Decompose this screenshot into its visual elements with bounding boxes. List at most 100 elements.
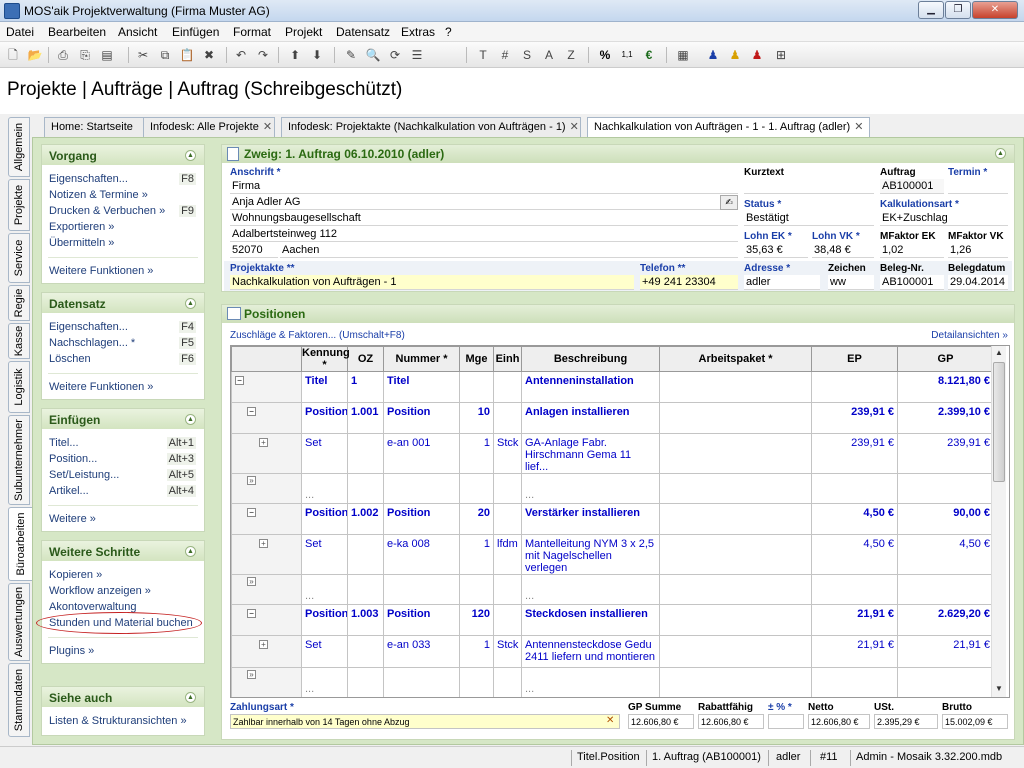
cell-kennung[interactable]: Position [301,402,348,434]
collapse-icon[interactable]: ▲ [185,692,196,703]
move-down-icon[interactable]: ⬇ [308,46,326,64]
cell-nummer[interactable]: Position [383,604,460,636]
anschrift-line-3[interactable]: Wohnungsbaugesellschaft [230,211,738,226]
collapse-node-icon[interactable]: − [247,609,256,618]
collapse-node-icon[interactable]: + [259,640,268,649]
plz-field[interactable]: 52070 [230,243,278,258]
cell-kennung[interactable]: ... [301,667,348,697]
panel-header[interactable]: Einfügen ▲ [42,409,204,429]
column-header-gp[interactable]: GP [897,346,994,372]
cell-kennung[interactable]: Set [301,534,348,575]
cell-einh[interactable] [493,667,522,697]
column-header-ep[interactable]: EP [811,346,898,372]
menu-projekt[interactable]: Projekt [285,25,322,39]
menu-bearbeiten[interactable]: Bearbeiten [48,25,106,39]
cell-ap[interactable] [659,402,812,434]
cell-einh[interactable]: lfdm [493,534,522,575]
column-header-arbeitspaket[interactable]: Arbeitspaket * [659,346,812,372]
cell-ep[interactable]: 4,50 € [811,534,898,575]
collapse-icon[interactable]: ▲ [995,148,1006,159]
column-header-oz[interactable]: OZ [347,346,384,372]
clear-icon[interactable]: ✕ [606,715,614,726]
table-row[interactable]: − Position 1.001 Position 10 Anlagen installi… [231,402,994,434]
table-row[interactable]: + Set e-ka 008 1 lfdm Mantelleitung NYM 3 x 2… [231,534,994,575]
cell-beschr[interactable]: Antennenrohrinstallieren [522,698,660,699]
tab-nachkalkulation[interactable]: Nachkalkulation von Aufträgen - 1 - 1. A… [587,117,870,138]
print-preview-icon[interactable]: ⎘ [76,46,94,64]
cell-kennung[interactable]: ... [301,574,348,605]
cell-gp[interactable]: 3.003,50 € [898,698,994,699]
cell-ap[interactable] [660,698,812,699]
cell-einh[interactable] [493,604,522,636]
kurztext-field[interactable] [744,179,874,194]
list-icon[interactable]: ☰ [408,46,426,64]
lohn-ek-field[interactable]: 35,63 € [744,243,808,258]
expand-icon[interactable]: » [247,476,256,485]
table-row[interactable]: »...... [231,574,994,605]
copy-icon[interactable]: ⧉ [156,46,174,64]
cell-mge[interactable] [459,371,494,403]
menu-datensatz[interactable]: Datensatz [336,25,390,39]
cell-mge[interactable]: 50 [460,698,494,699]
table-row[interactable]: »...... [231,667,994,697]
cell-beschr[interactable]: Antenneninstallation [521,371,660,403]
find-icon[interactable]: 🔍 [364,46,382,64]
cell-einh[interactable]: Stck [493,433,522,474]
action-loeschen[interactable]: Löschen [49,353,91,365]
scroll-down-icon[interactable]: ▼ [993,682,1005,696]
cell-ap[interactable] [659,604,812,636]
cell-oz[interactable]: 1 [347,371,384,403]
cell-ap[interactable] [659,473,812,504]
cut-icon[interactable]: ✂ [134,46,152,64]
menu-einfuegen[interactable]: Einfügen [172,25,219,39]
cell-nummer[interactable]: e-ka 008 [383,534,460,575]
kalkulationsart-field[interactable]: EK+Zuschlag [880,211,1008,226]
cell-ep[interactable] [811,371,898,403]
cell-kennung[interactable]: Position [301,604,348,636]
collapse-icon[interactable]: ▲ [185,150,196,161]
document-icon[interactable]: ▤ [98,46,116,64]
cell-ap[interactable] [659,635,812,668]
number-icon[interactable]: # [496,46,514,64]
calculator-icon[interactable]: ▦ [674,46,692,64]
cell-kennung[interactable]: Position [302,698,348,699]
cell-oz[interactable] [347,473,384,504]
cell-ap[interactable] [659,433,812,474]
cell-mge[interactable]: 10 [459,402,494,434]
expand-icon[interactable]: » [247,577,256,586]
zeichen-field[interactable]: ww [828,275,874,290]
cell-beschr[interactable]: GA-Anlage Fabr. Hirschmann Gema 11 lief..… [521,433,660,474]
cell-beschr[interactable]: Steckdosen installieren [521,604,660,636]
panel-header[interactable]: Siehe auch ▲ [42,687,204,707]
refresh-icon[interactable]: ⟳ [386,46,404,64]
vertical-scrollbar[interactable]: ▲ ▼ [991,346,1006,697]
table-row[interactable]: −Position1.004Position50Antennenrohrinst… [232,698,994,699]
cell-ep[interactable]: 60,07 € [812,698,898,699]
cell-oz[interactable] [347,667,384,697]
tab-projektakte[interactable]: Infodesk: Projektakte (Nachkalkulation v… [281,117,581,137]
action-artikel[interactable]: Artikel... [49,485,89,497]
telefon-field[interactable]: +49 241 23304 [640,275,738,290]
cell-beschr[interactable]: Mantelleitung NYM 3 x 2,5 mit Nagelschell… [521,534,660,575]
side-tab-projekte[interactable]: Projekte [8,179,30,231]
table-row[interactable]: + Set e-an 001 1 Stck GA-Anlage Fabr. Hirschma… [231,433,994,474]
column-header-mge[interactable]: Mge [459,346,494,372]
collapse-node-icon[interactable]: − [247,407,256,416]
side-tab-subunternehmer[interactable]: Subunternehmer [8,415,30,505]
minimize-button[interactable]: ▁ [918,1,944,19]
side-tab-logistik[interactable]: Logistik [8,361,30,413]
side-tab-stammdaten[interactable]: Stammdaten [8,663,30,737]
cell-gp[interactable]: 2.629,20 € [897,604,994,636]
anschrift-line-4[interactable]: Adalbertsteinweg 112 [230,227,738,242]
cell-gp[interactable] [897,667,994,697]
maximize-button[interactable]: ❐ [945,1,971,19]
cell-mge[interactable] [459,574,494,605]
cell-nummer[interactable]: Position [383,503,460,535]
column-header-beschreibung[interactable]: Beschreibung [521,346,660,372]
column-header-nummer[interactable]: Nummer * [383,346,460,372]
undo-icon[interactable]: ↶ [232,46,250,64]
cell-mge[interactable]: 20 [459,503,494,535]
close-button[interactable]: ✕ [972,1,1018,19]
cell-ep[interactable]: 239,91 € [811,433,898,474]
cell-einh[interactable]: Stck [493,635,522,668]
